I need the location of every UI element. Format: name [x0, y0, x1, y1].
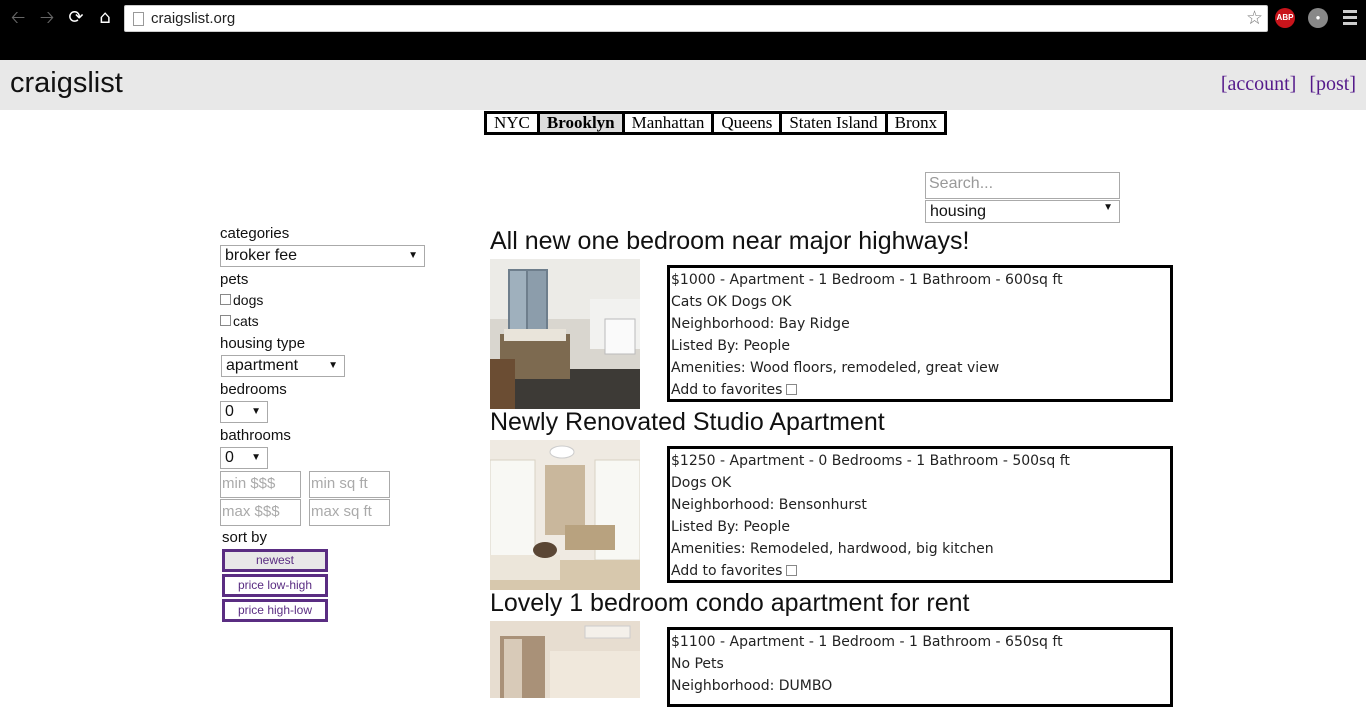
sort-price-low-high-button[interactable]: price low-high	[222, 574, 328, 597]
housing-type-label: housing type	[220, 335, 306, 352]
max-sqft-input[interactable]: max sq ft	[309, 499, 390, 526]
bathrooms-value: 0	[225, 449, 234, 466]
listing-pets: Dogs OK	[671, 475, 732, 491]
search-category-select[interactable]: housing ▼	[925, 200, 1120, 223]
tab-staten-island[interactable]: Staten Island	[782, 114, 885, 132]
categories-label: categories	[220, 225, 290, 242]
favorites-checkbox[interactable]	[786, 384, 798, 395]
category-select-value: broker fee	[225, 247, 298, 264]
pets-label: pets	[220, 271, 249, 288]
dropdown-arrow-icon: ▼	[251, 406, 261, 417]
sort-newest-button[interactable]: newest	[222, 549, 328, 572]
listing-title[interactable]: Lovely 1 bedroom condo apartment for ren…	[490, 589, 969, 618]
site-logo[interactable]: craigslist	[10, 67, 123, 100]
forward-arrow-icon[interactable]: 🡢	[35, 6, 59, 30]
listing-listed-by: Listed By: People	[671, 338, 790, 354]
bathrooms-label: bathrooms	[220, 427, 291, 444]
housing-type-select[interactable]: apartment ▼	[221, 355, 345, 377]
max-price-input[interactable]: max $$$	[220, 499, 301, 526]
dropdown-arrow-icon: ▼	[251, 452, 261, 463]
dropdown-arrow-icon: ▼	[1103, 202, 1113, 213]
listing-photo[interactable]	[490, 621, 640, 698]
listing-listed-by: Listed By: People	[671, 519, 790, 535]
bedrooms-value: 0	[225, 403, 234, 420]
tab-brooklyn[interactable]: Brooklyn	[539, 114, 622, 132]
listing-summary: $1250 - Apartment - 0 Bedrooms - 1 Bathr…	[671, 453, 1070, 469]
cats-label: cats	[233, 313, 259, 329]
listing-amenities: Amenities: Remodeled, hardwood, big kitc…	[671, 541, 994, 557]
tab-bronx[interactable]: Bronx	[887, 114, 945, 132]
tab-manhattan[interactable]: Manhattan	[624, 114, 712, 132]
add-to-favorites: Add to favorites	[671, 380, 1170, 402]
browser-menu-icon[interactable]	[1343, 10, 1357, 28]
listing-details: $1250 - Apartment - 0 Bedrooms - 1 Bathr…	[667, 446, 1173, 583]
dropdown-arrow-icon: ▼	[328, 360, 338, 371]
sort-label: sort by	[222, 529, 268, 546]
listing-summary: $1100 - Apartment - 1 Bedroom - 1 Bathro…	[671, 634, 1063, 650]
listing-amenities: Amenities: Wood floors, remodeled, great…	[671, 360, 1000, 376]
bathrooms-select[interactable]: 0 ▼	[220, 447, 268, 469]
dogs-checkbox[interactable]	[220, 294, 231, 305]
listing-pets: No Pets	[671, 656, 724, 672]
bedrooms-label: bedrooms	[220, 381, 287, 398]
search-category-value: housing	[930, 203, 987, 220]
min-sqft-input[interactable]: min sq ft	[309, 471, 390, 498]
favorites-checkbox[interactable]	[786, 565, 798, 576]
listing-summary: $1000 - Apartment - 1 Bedroom - 1 Bathro…	[671, 272, 1063, 288]
search-input[interactable]: Search...	[925, 172, 1120, 199]
back-arrow-icon[interactable]: 🡠	[6, 6, 30, 30]
category-select[interactable]: broker fee ▼	[220, 245, 425, 267]
site-header: craigslist [account] [post]	[0, 60, 1366, 110]
browser-toolbar: 🡠 🡢 ⟳ ⌂ craigslist.org ☆ ABP ●	[0, 0, 1366, 60]
post-link[interactable]: [post]	[1309, 73, 1356, 95]
borough-tabs: NYC Brooklyn Manhattan Queens Staten Isl…	[484, 111, 948, 135]
page-icon	[133, 12, 144, 26]
home-icon[interactable]: ⌂	[93, 6, 117, 30]
dropdown-arrow-icon: ▼	[408, 250, 418, 261]
listing-pets: Cats OK Dogs OK	[671, 294, 792, 310]
listing-photo[interactable]	[490, 440, 640, 590]
url-text[interactable]: craigslist.org	[151, 10, 235, 27]
reload-icon[interactable]: ⟳	[64, 6, 88, 30]
listing-title[interactable]: Newly Renovated Studio Apartment	[490, 408, 885, 437]
account-link[interactable]: [account]	[1221, 73, 1297, 95]
header-links: [account] [post]	[1213, 73, 1356, 96]
listing-photo[interactable]	[490, 259, 640, 409]
bedrooms-select[interactable]: 0 ▼	[220, 401, 268, 423]
min-price-input[interactable]: min $$$	[220, 471, 301, 498]
favorites-label: Add to favorites	[671, 382, 783, 398]
add-to-favorites: Add to favorites	[671, 561, 1170, 583]
tab-queens[interactable]: Queens	[714, 114, 780, 132]
dogs-label: dogs	[233, 292, 264, 308]
cats-checkbox[interactable]	[220, 315, 231, 326]
listing-neighborhood: Neighborhood: DUMBO	[671, 678, 833, 694]
listing-details: $1000 - Apartment - 1 Bedroom - 1 Bathro…	[667, 265, 1173, 402]
listing-title[interactable]: All new one bedroom near major highways!	[490, 227, 969, 256]
listing-neighborhood: Neighborhood: Bay Ridge	[671, 316, 850, 332]
housing-type-value: apartment	[226, 357, 299, 374]
sort-price-high-low-button[interactable]: price high-low	[222, 599, 328, 622]
listing-details: $1100 - Apartment - 1 Bedroom - 1 Bathro…	[667, 627, 1173, 707]
address-bar[interactable]: craigslist.org ☆	[124, 5, 1268, 32]
favorites-label: Add to favorites	[671, 563, 783, 579]
bookmark-star-icon[interactable]: ☆	[1246, 7, 1263, 29]
ghostery-extension-icon[interactable]: ●	[1308, 8, 1328, 28]
tab-nyc[interactable]: NYC	[487, 114, 537, 132]
listing-neighborhood: Neighborhood: Bensonhurst	[671, 497, 867, 513]
adblock-extension-icon[interactable]: ABP	[1275, 8, 1295, 28]
